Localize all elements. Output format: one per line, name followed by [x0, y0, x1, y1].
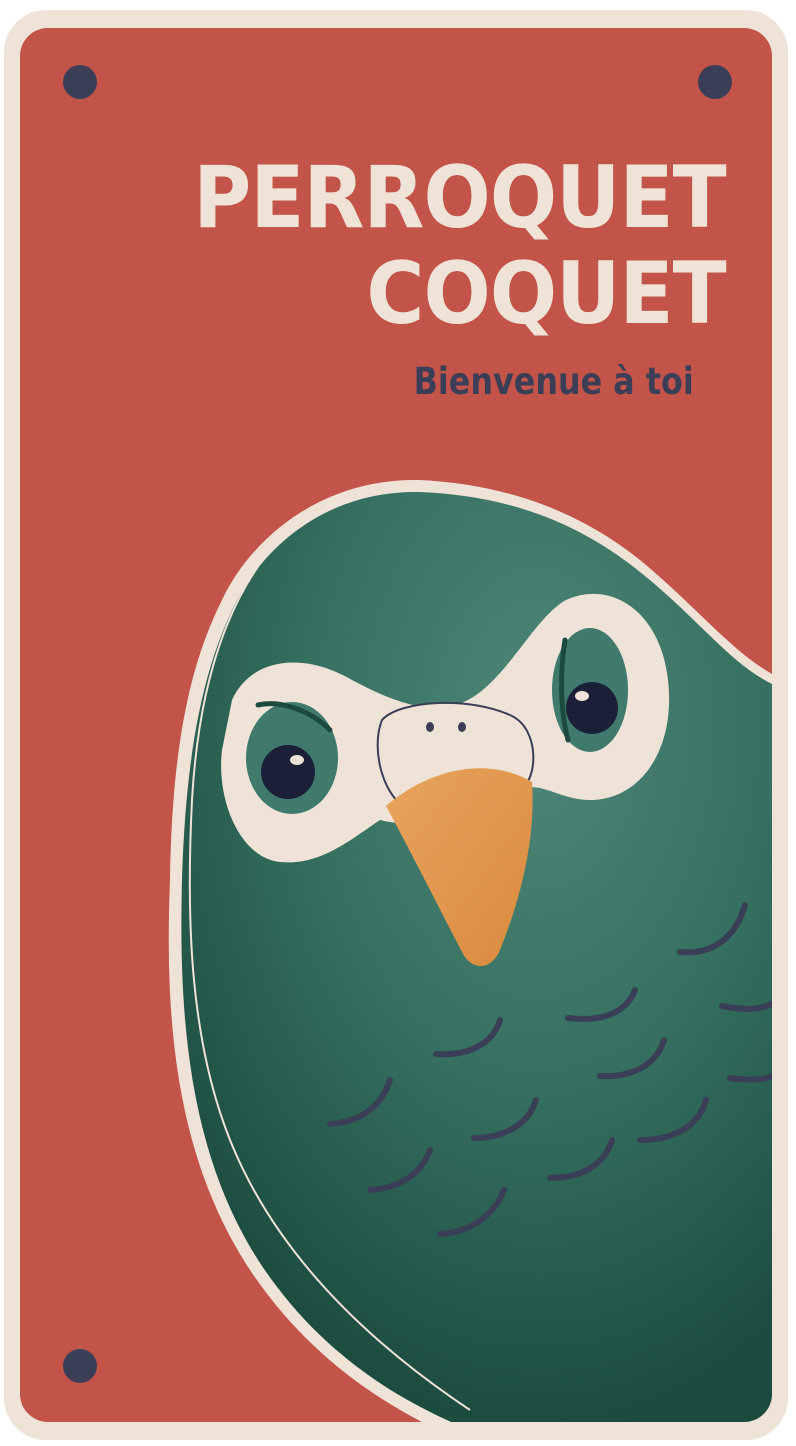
parrot-left-eye: [261, 745, 315, 799]
parrot-icon: [168, 479, 772, 1422]
parrot-right-eye: [566, 682, 618, 734]
